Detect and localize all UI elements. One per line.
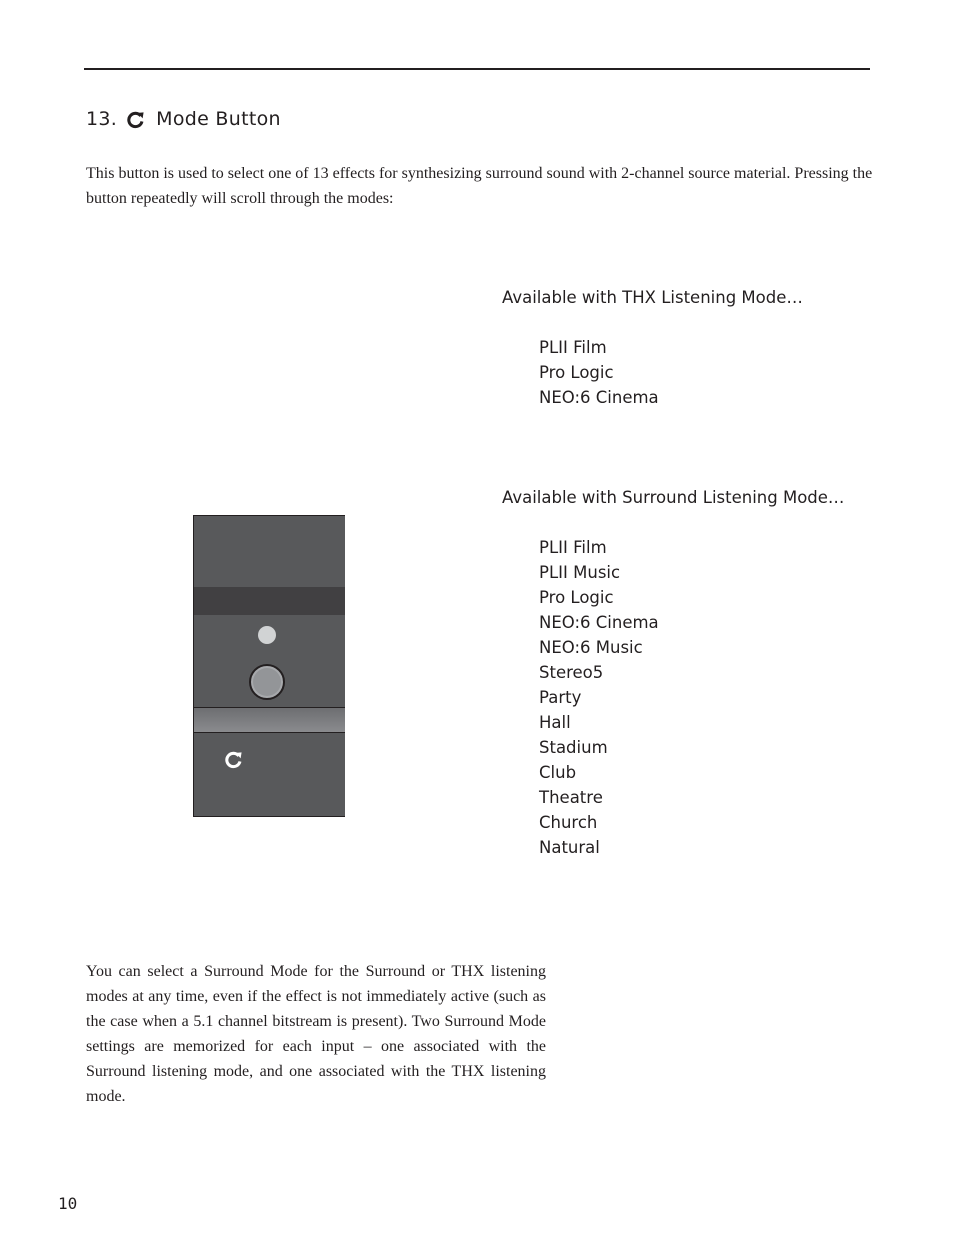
- surround-mode-list: Available with Surround Listening Mode… …: [502, 485, 844, 860]
- page-number: 10: [58, 1194, 78, 1213]
- section-number: 13.: [86, 108, 118, 130]
- panel-light-band: [194, 707, 345, 733]
- mode-cycle-icon: [225, 751, 242, 769]
- list-item: Hall: [539, 713, 571, 732]
- list-item: Stadium: [539, 738, 608, 757]
- panel-dark-band: [194, 587, 345, 615]
- list-item: Club: [539, 763, 577, 782]
- list-item: Pro Logic: [539, 363, 614, 382]
- list-item: NEO:6 Cinema: [539, 388, 659, 407]
- list-item: PLII Film: [539, 338, 607, 357]
- intro-paragraph: This button is used to select one of 13 …: [86, 165, 873, 207]
- list-item: PLII Film: [539, 538, 607, 557]
- thx-list-title: Available with THX Listening Mode…: [502, 288, 803, 307]
- list-item: Party: [539, 688, 582, 707]
- thx-mode-list: Available with THX Listening Mode… PLII …: [502, 285, 803, 410]
- header-rule: [84, 68, 870, 70]
- list-item: Pro Logic: [539, 588, 614, 607]
- mode-button-knob: [249, 664, 285, 700]
- body-paragraph: You can select a Surround Mode for the S…: [86, 963, 546, 1105]
- front-panel-illustration: [193, 515, 345, 817]
- list-item: Natural: [539, 838, 600, 857]
- list-item: NEO:6 Music: [539, 638, 643, 657]
- indicator-led: [258, 626, 276, 644]
- list-item: Church: [539, 813, 598, 832]
- section-heading: 13. Mode Button: [86, 108, 281, 130]
- list-item: NEO:6 Cinema: [539, 613, 659, 632]
- list-item: Stereo5: [539, 663, 604, 682]
- surround-list-title: Available with Surround Listening Mode…: [502, 488, 845, 507]
- list-item: Theatre: [539, 788, 603, 807]
- mode-cycle-icon: [127, 111, 144, 128]
- list-item: PLII Music: [539, 563, 621, 582]
- section-title: Mode Button: [156, 108, 281, 130]
